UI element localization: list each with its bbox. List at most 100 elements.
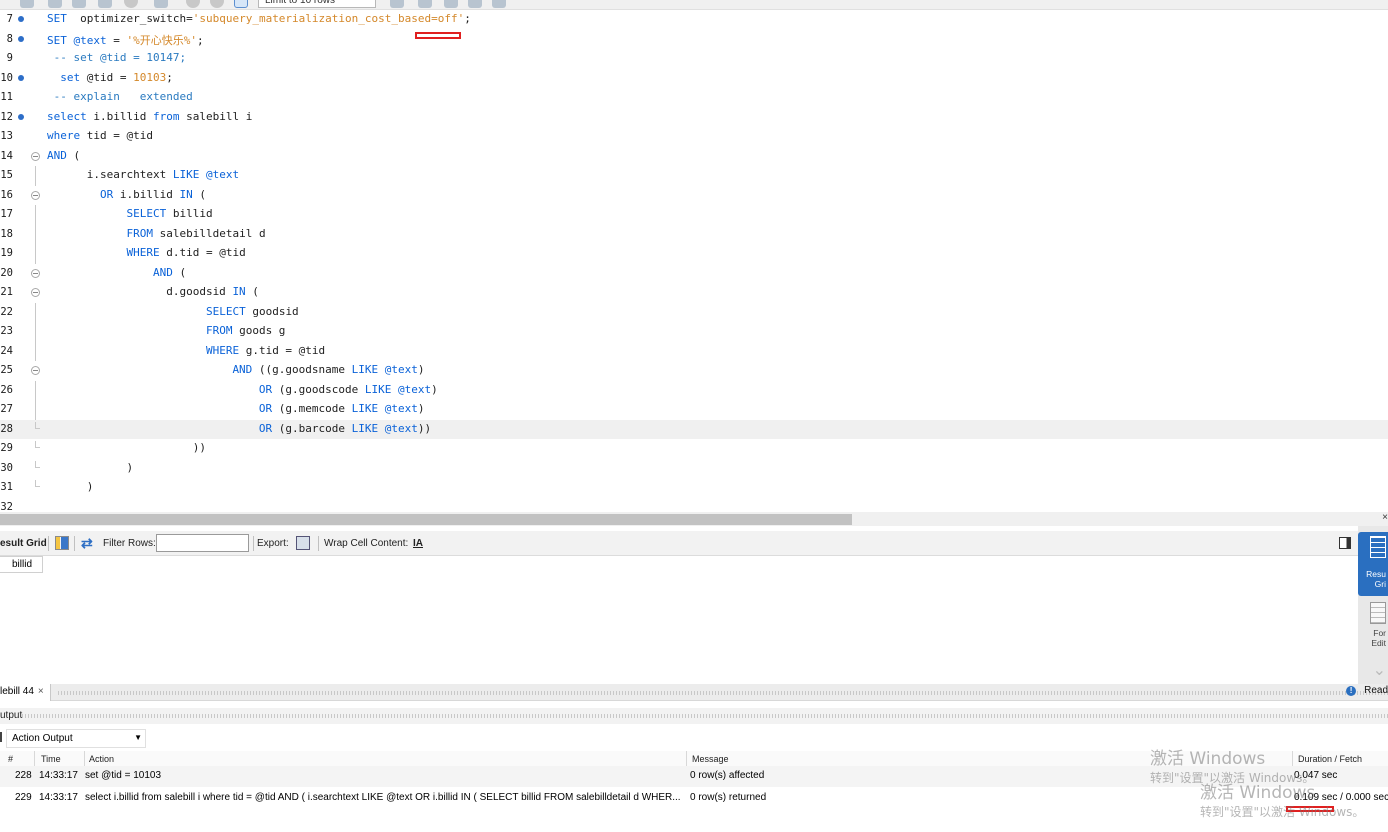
fold-guide xyxy=(35,244,36,264)
explain-icon[interactable] xyxy=(98,0,112,8)
fold-toggle-icon[interactable] xyxy=(31,288,40,297)
editor-horizontal-scrollbar[interactable]: × xyxy=(0,512,1388,526)
commit-icon[interactable] xyxy=(186,0,200,8)
toggle-panel-icon[interactable] xyxy=(1339,537,1351,549)
editor-line[interactable]: 22 SELECT goodsid xyxy=(0,302,1388,322)
result-grid[interactable]: billid xyxy=(0,556,1358,684)
fold-toggle-icon[interactable] xyxy=(31,366,40,375)
code-text: )) xyxy=(47,441,206,454)
code-text: OR (g.goodscode LIKE @text) xyxy=(258,382,438,396)
editor-line[interactable]: 7 SET optimizer_switch='subquery_material… xyxy=(0,10,1388,30)
column-header-duration[interactable]: Duration / Fetch xyxy=(1298,754,1362,764)
stop-icon[interactable] xyxy=(124,0,138,8)
code-text: AND ( xyxy=(152,265,187,279)
sql-editor[interactable]: 7 SET optimizer_switch='subquery_material… xyxy=(0,10,1388,512)
rollback-icon[interactable] xyxy=(210,0,224,8)
code-text: SET @text = '%开心快乐%'; xyxy=(47,33,204,47)
line-number: 10 xyxy=(0,71,13,84)
beautify-icon[interactable] xyxy=(418,0,432,8)
result-grid-toolbar: esult Grid ⇄ Filter Rows: Export: Wrap C… xyxy=(0,531,1358,556)
form-editor-button[interactable]: For Edit xyxy=(1358,600,1388,660)
execute-current-icon[interactable] xyxy=(72,0,86,8)
editor-line[interactable]: 23 FROM goods g xyxy=(0,322,1388,342)
fold-toggle-icon[interactable] xyxy=(31,151,40,161)
refresh-icon[interactable]: ⇄ xyxy=(81,536,95,550)
line-number: 7 xyxy=(6,13,13,25)
editor-line[interactable]: 20 AND ( xyxy=(0,264,1388,284)
code-text: SET optimizer_switch='subquery_materiali… xyxy=(47,12,471,25)
wrap-cell-icon[interactable]: IA xyxy=(413,538,423,549)
editor-line[interactable]: 8 SET @text = '%开心快乐%'; xyxy=(0,30,1388,50)
limit-rows-select[interactable]: Limit to 10 rows xyxy=(258,0,376,8)
save-icon[interactable] xyxy=(20,0,34,8)
editor-line[interactable]: 28 OR (g.barcode LIKE @text)) xyxy=(0,419,1388,439)
editor-line[interactable]: 12 select i.billid from salebill i xyxy=(0,108,1388,128)
column-header-message[interactable]: Message xyxy=(692,754,729,764)
editor-line[interactable]: 16 OR i.billid IN ( xyxy=(0,186,1388,206)
output-row[interactable]: 229 14:33:17 select i.billid from salebi… xyxy=(0,788,1388,809)
column-header-num[interactable]: # xyxy=(8,754,13,764)
editor-line[interactable]: 15 i.searchtext LIKE @text xyxy=(0,166,1388,186)
row-action: set @tid = 10103 xyxy=(85,770,162,781)
editor-line[interactable]: 25 AND ((g.goodsname LIKE @text) xyxy=(0,361,1388,381)
editor-line[interactable]: 32 xyxy=(0,498,1388,513)
tab-salebill[interactable]: lebill 44 × xyxy=(0,684,51,701)
editor-line[interactable]: 26 OR (g.goodscode LIKE @text) xyxy=(0,380,1388,400)
code-text: OR (g.memcode LIKE @text) xyxy=(258,402,425,415)
editor-line[interactable]: 31 ) xyxy=(0,478,1388,498)
result-grid-view-button[interactable]: Resu Gri xyxy=(1358,532,1388,596)
column-header-action[interactable]: Action xyxy=(89,754,114,764)
scrollbar-thumb[interactable] xyxy=(0,514,852,525)
result-side-panel: Resu Gri For Edit ⌄ xyxy=(1358,526,1388,684)
toggle-error-icon[interactable] xyxy=(154,0,168,8)
autocommit-icon[interactable] xyxy=(234,0,248,8)
column-header-billid[interactable]: billid xyxy=(0,556,43,573)
tab-bar-divider xyxy=(58,691,1388,695)
invisible-chars-icon[interactable] xyxy=(468,0,482,8)
editor-line[interactable]: 27 OR (g.memcode LIKE @text) xyxy=(0,400,1388,420)
find-icon[interactable] xyxy=(444,0,458,8)
grid-icon[interactable] xyxy=(55,536,69,550)
close-tab-icon[interactable]: × xyxy=(38,686,44,697)
editor-line[interactable]: 21 d.goodsid IN ( xyxy=(0,283,1388,303)
form-editor-icon xyxy=(1370,602,1386,624)
output-type-select[interactable]: Action Output ▼ xyxy=(6,729,146,748)
line-number: 17 xyxy=(0,208,13,220)
code-text: -- set @tid = 10147; xyxy=(47,51,187,64)
editor-line[interactable]: 30 ) xyxy=(0,459,1388,479)
code-text: where tid = @tid xyxy=(47,129,153,142)
row-time: 14:33:17 xyxy=(39,770,78,781)
line-number: 31 xyxy=(0,481,13,493)
chevron-down-icon[interactable]: ⌄ xyxy=(1373,660,1386,680)
line-number: 12 xyxy=(0,110,13,123)
editor-line[interactable]: 9 -- set @tid = 10147; xyxy=(0,49,1388,69)
fold-toggle-icon[interactable] xyxy=(31,268,40,278)
close-icon[interactable]: × xyxy=(1382,512,1388,523)
export-icon[interactable] xyxy=(296,536,310,550)
row-message: 0 row(s) returned xyxy=(690,792,767,803)
statement-marker-icon xyxy=(18,35,24,42)
line-number: 8 xyxy=(6,32,13,45)
execute-icon[interactable] xyxy=(48,0,62,8)
result-grid-view-label: Resu xyxy=(1366,569,1386,579)
filter-rows-input[interactable] xyxy=(156,534,249,552)
editor-line[interactable]: 14 AND ( xyxy=(0,147,1388,167)
output-header-divider xyxy=(22,714,1388,718)
windows-activation-hint: 转到"设置"以激活 Windows。 xyxy=(1200,805,1365,819)
editor-line[interactable]: 29 )) xyxy=(0,439,1388,459)
editor-line[interactable]: 13 where tid = @tid xyxy=(0,127,1388,147)
form-editor-label: Edit xyxy=(1371,638,1386,648)
editor-line[interactable]: 24 WHERE g.tid = @tid xyxy=(0,341,1388,361)
editor-line[interactable]: 19 WHERE d.tid = @tid xyxy=(0,244,1388,264)
wrap-lines-icon[interactable] xyxy=(492,0,506,8)
editor-line[interactable]: 11 -- explain extended xyxy=(0,88,1388,108)
fold-end-guide xyxy=(35,460,40,468)
editor-line[interactable]: 10 set @tid = 10103; xyxy=(0,69,1388,89)
fold-toggle-icon[interactable] xyxy=(31,190,40,200)
column-header-time[interactable]: Time xyxy=(41,754,61,764)
editor-line[interactable]: 18 FROM salebilldetail d xyxy=(0,224,1388,244)
editor-line[interactable]: 17 SELECT billid xyxy=(0,205,1388,225)
statement-marker-icon xyxy=(18,74,24,81)
bookmark-icon[interactable] xyxy=(390,0,404,8)
line-number: 24 xyxy=(0,344,13,357)
